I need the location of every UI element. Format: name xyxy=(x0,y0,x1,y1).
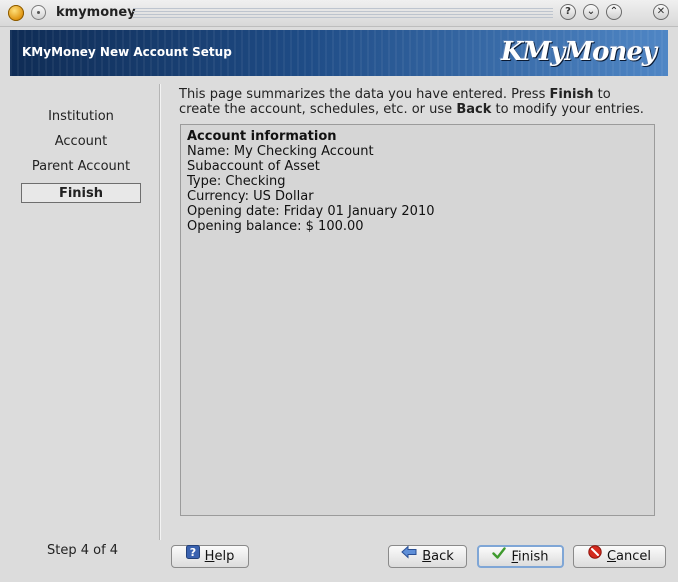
back-label-accel: B xyxy=(422,549,432,564)
back-arrow-icon xyxy=(401,545,417,566)
wizard-banner: KMyMoney New Account Setup KMyMoney xyxy=(10,30,668,76)
cancel-label: ancel xyxy=(616,549,652,564)
summary-line: Opening balance: $ 100.00 xyxy=(187,219,364,234)
intro-part-1: This page summarizes the data you have e… xyxy=(179,87,550,102)
summary-line: Type: Checking xyxy=(187,174,286,189)
summary-line: Opening date: Friday 01 January 2010 xyxy=(187,204,435,219)
summary-heading: Account information xyxy=(187,129,337,144)
svg-text:?: ? xyxy=(189,546,195,559)
intro-back-word: Back xyxy=(456,102,492,117)
cancel-label-accel: C xyxy=(606,549,617,564)
wizard-title: KMyMoney New Account Setup xyxy=(22,45,232,59)
summary-line: Currency: US Dollar xyxy=(187,189,314,204)
maximize-button[interactable]: ⌃ xyxy=(606,4,622,20)
checkmark-icon xyxy=(492,546,507,566)
kmymoney-app-icon[interactable] xyxy=(8,5,24,21)
step-finish: Finish xyxy=(21,183,141,203)
back-label: ack xyxy=(431,549,454,564)
step-institution: Institution xyxy=(48,109,114,124)
help-title-button[interactable]: ? xyxy=(560,4,576,20)
summary-line: Name: My Checking Account xyxy=(187,144,374,159)
help-label-accel: H xyxy=(204,549,215,564)
help-icon: ? xyxy=(185,545,200,566)
help-button[interactable]: ? Help xyxy=(171,545,249,568)
cancel-button[interactable]: Cancel xyxy=(573,545,666,568)
summary-box[interactable]: Account information Name: My Checking Ac… xyxy=(180,124,655,516)
minimize-button[interactable]: ⌄ xyxy=(583,4,599,20)
intro-text: This page summarizes the data you have e… xyxy=(179,87,654,117)
window-title: kmymoney xyxy=(56,5,136,20)
step-list: Institution Account Parent Account Finis… xyxy=(10,84,158,514)
panel-divider xyxy=(159,84,161,540)
title-bar[interactable]: kmymoney ? ⌄ ⌃ ✕ xyxy=(0,0,678,27)
cancel-icon xyxy=(588,545,602,566)
back-button[interactable]: Back xyxy=(388,545,467,568)
finish-button[interactable]: Finish xyxy=(477,545,564,568)
close-button[interactable]: ✕ xyxy=(653,4,669,20)
intro-part-3: to modify your entries. xyxy=(491,102,644,117)
finish-label: inish xyxy=(518,549,549,565)
title-decoration xyxy=(133,8,553,18)
window-menu-icon[interactable] xyxy=(31,5,46,20)
step-parent-account: Parent Account xyxy=(31,159,131,174)
kmymoney-logo: KMyMoney xyxy=(500,37,657,67)
intro-finish-word: Finish xyxy=(549,87,594,102)
step-indicator: Step 4 of 4 xyxy=(47,543,119,558)
summary-line: Subaccount of Asset xyxy=(187,159,320,174)
help-label: elp xyxy=(214,549,235,564)
step-account: Account xyxy=(54,134,108,149)
